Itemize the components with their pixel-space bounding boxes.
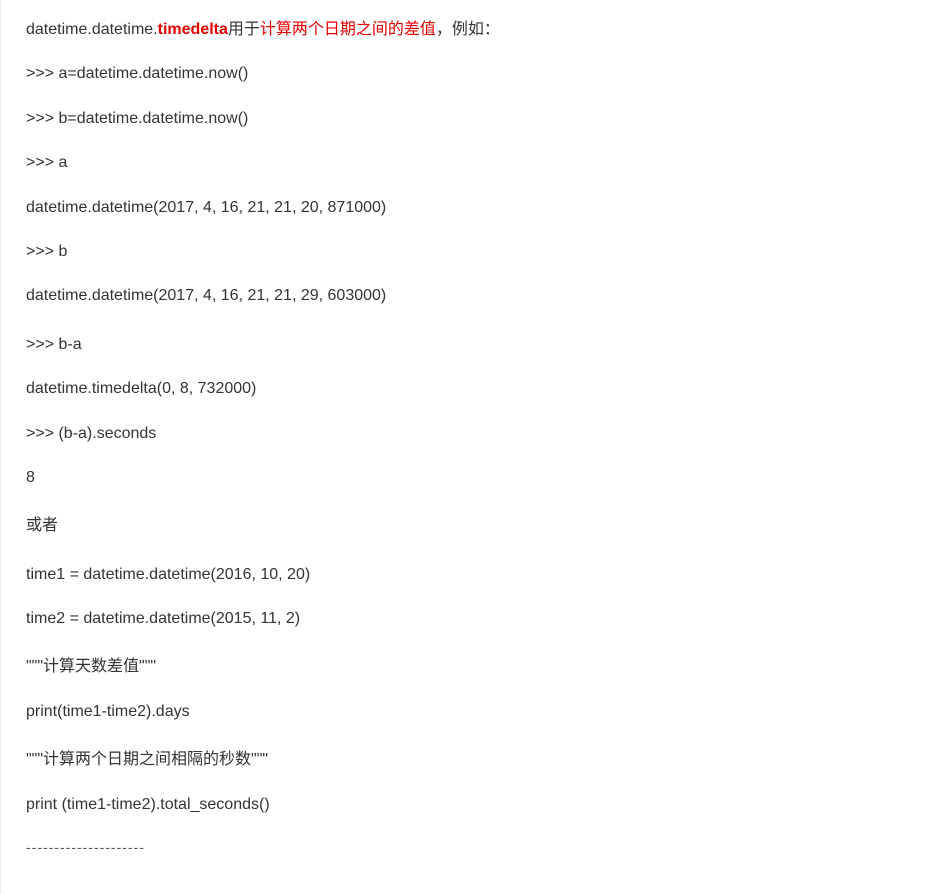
divider-line: --------------------- [26,834,914,861]
code-line: """计算天数差值""" [26,652,914,682]
code-line: >>> a=datetime.datetime.now() [26,59,914,89]
code-line: time1 = datetime.datetime(2016, 10, 20) [26,560,914,590]
code-line: print(time1-time2).days [26,697,914,727]
intro-keyword: timedelta [158,21,228,38]
document-content: datetime.datetime.timedelta用于计算两个日期之间的差值… [0,0,939,894]
code-line: >>> b-a [26,330,914,360]
code-line: >>> (b-a).seconds [26,419,914,449]
code-block-5: """计算两个日期之间相隔的秒数""" print (time1-time2).… [26,745,914,860]
intro-highlight: 计算两个日期之间的差值 [260,21,436,38]
intro-mid: 用于 [228,21,260,38]
code-line: """计算两个日期之间相隔的秒数""" [26,745,914,775]
code-line: print (time1-time2).total_seconds() [26,790,914,820]
code-block-4: """计算天数差值""" print(time1-time2).days [26,652,914,727]
intro-suffix: ，例如： [436,21,500,38]
code-line: >>> b [26,237,914,267]
code-line: >>> b=datetime.datetime.now() [26,104,914,134]
code-line: 或者 [26,511,914,541]
code-line: datetime.timedelta(0, 8, 732000) [26,374,914,404]
code-block-1: >>> a=datetime.datetime.now() >>> b=date… [26,59,914,311]
code-block-2: >>> b-a datetime.timedelta(0, 8, 732000)… [26,330,914,494]
intro-paragraph: datetime.datetime.timedelta用于计算两个日期之间的差值… [26,15,914,45]
text-block-or: 或者 [26,511,914,541]
code-block-3: time1 = datetime.datetime(2016, 10, 20) … [26,560,914,635]
intro-prefix: datetime.datetime. [26,21,158,38]
code-line: >>> a [26,148,914,178]
code-line: datetime.datetime(2017, 4, 16, 21, 21, 2… [26,193,914,223]
code-line: 8 [26,463,914,493]
code-line: time2 = datetime.datetime(2015, 11, 2) [26,604,914,634]
code-line: datetime.datetime(2017, 4, 16, 21, 21, 2… [26,281,914,311]
